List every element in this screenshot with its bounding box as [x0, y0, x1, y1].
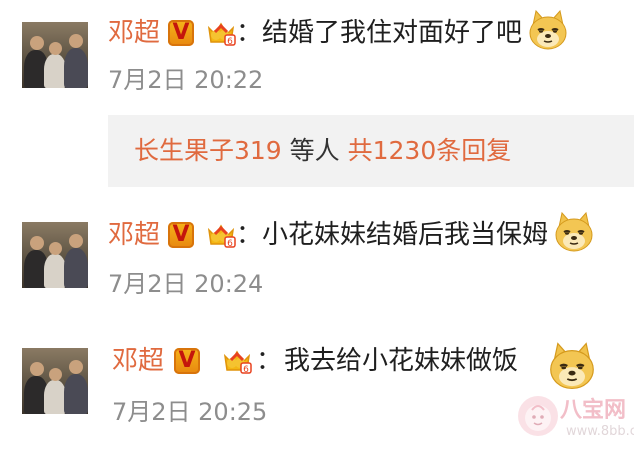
verified-v-icon: V: [168, 222, 194, 248]
verified-v-icon: V: [174, 348, 200, 374]
verified-v-label: V: [172, 20, 190, 45]
vip-crown-icon: [222, 348, 252, 374]
doge-icon: [546, 340, 598, 392]
reply-user-link[interactable]: 长生果子319: [134, 136, 282, 165]
comment-item: 邓超 V ： 结婚了我住对面好了吧 7月2日 20:22: [0, 0, 634, 110]
watermark-url: www.8bb.com: [566, 424, 634, 439]
timestamp: 7月2日 20:25: [112, 398, 268, 426]
vip-crown-icon: [206, 222, 236, 248]
comment-text: 我去给小花妹妹做饭: [284, 346, 519, 376]
watermark-logo-text: 八宝网: [560, 398, 627, 423]
avatar[interactable]: [22, 22, 88, 88]
timestamp: 7月2日 20:24: [108, 270, 264, 298]
reply-summary-box[interactable]: 长生果子319 等人 共1230条回复: [108, 115, 634, 187]
baby-logo-icon: [518, 396, 558, 436]
doge-icon: [526, 8, 570, 52]
reply-count-link[interactable]: 共1230条回复: [348, 136, 512, 165]
comment-text: 小花妹妹结婚后我当保姆: [262, 220, 549, 250]
username-link[interactable]: 邓超: [108, 18, 160, 48]
colon: ：: [256, 346, 283, 376]
reply-others-text: 等人: [281, 136, 348, 165]
username-link[interactable]: 邓超: [108, 220, 160, 250]
comment-text: 结婚了我住对面好了吧: [262, 18, 523, 48]
avatar[interactable]: [22, 222, 88, 288]
timestamp: 7月2日 20:22: [108, 66, 264, 94]
doge-icon: [552, 210, 596, 254]
colon: ：: [236, 18, 263, 48]
verified-v-icon: V: [168, 20, 194, 46]
avatar[interactable]: [22, 348, 88, 414]
username-link[interactable]: 邓超: [112, 346, 164, 376]
reply-summary-line: 长生果子319 等人 共1230条回复: [134, 135, 511, 167]
colon: ：: [236, 220, 263, 250]
verified-v-label: V: [172, 222, 190, 247]
verified-v-label: V: [178, 348, 196, 373]
watermark: 八宝网 www.8bb.com: [516, 388, 634, 450]
vip-crown-icon: [206, 20, 236, 46]
